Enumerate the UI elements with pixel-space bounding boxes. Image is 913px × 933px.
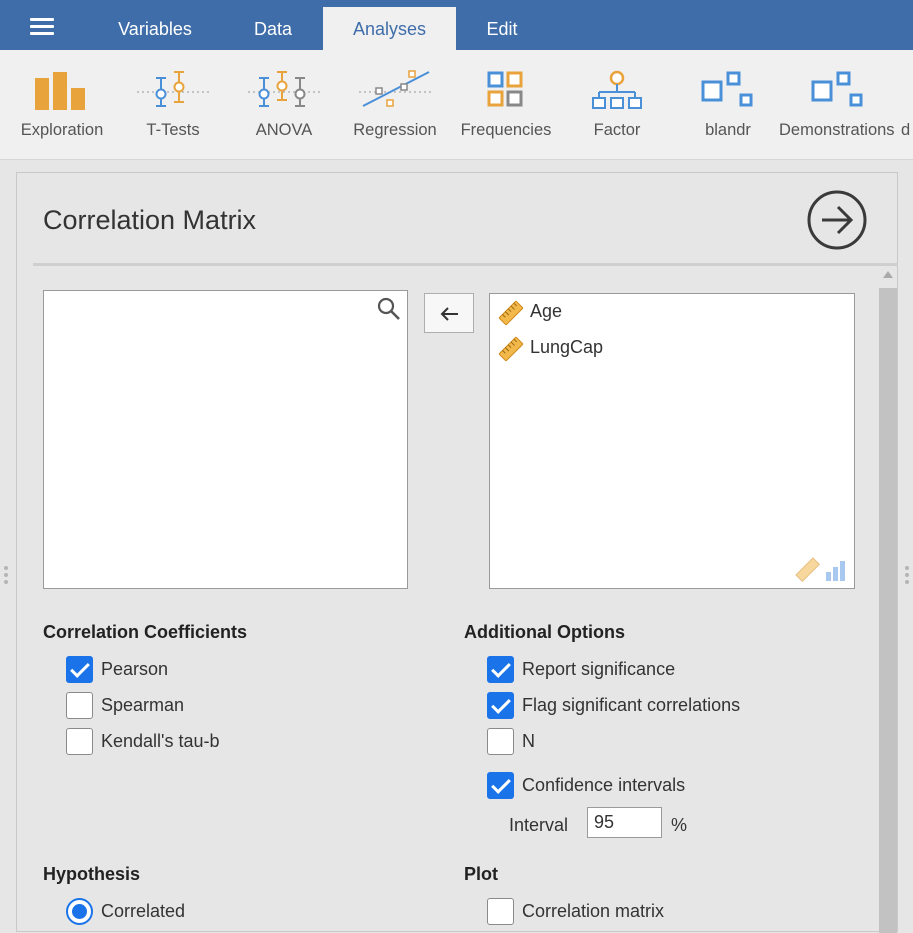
arrow-left-icon (440, 307, 458, 321)
truncated-module-label: d (901, 121, 911, 139)
frequencies-label: Frequencies (460, 121, 552, 139)
interval-unit: % (671, 815, 688, 835)
run-arrow-icon[interactable] (807, 190, 867, 250)
checkbox-label: Flag significant correlations (522, 695, 741, 715)
tab-data[interactable]: Data (228, 7, 318, 50)
menu-bar: Variables Data Analyses Edit (0, 0, 913, 50)
hypothesis-heading: Hypothesis (43, 864, 141, 884)
interval-label: Interval (509, 815, 569, 835)
title-divider (33, 263, 898, 266)
checkbox-box[interactable] (66, 692, 93, 719)
scroll-up-arrow-icon[interactable] (883, 271, 893, 278)
checkbox-label: Spearman (101, 695, 185, 715)
exploration-icon (35, 72, 85, 110)
checkbox-label: Report significance (522, 659, 676, 679)
coefficients-heading: Correlation Coefficients (43, 622, 248, 642)
additional-options-heading: Additional Options (464, 622, 625, 642)
regression-button[interactable]: Regression (346, 50, 444, 159)
checkbox-label: Correlation matrix (522, 901, 665, 921)
panel-title: Correlation Matrix (43, 205, 257, 235)
t-tests-label: T-Tests (146, 121, 200, 139)
checkbox-label: Pearson (101, 659, 169, 679)
radio-label: Correlated (101, 901, 186, 921)
checkbox-label: N (522, 731, 535, 751)
move-variable-button[interactable] (424, 293, 474, 333)
truncated-module-button[interactable]: d (901, 50, 913, 159)
checkbox-box[interactable] (66, 656, 93, 683)
t-tests-icon (137, 71, 209, 107)
left-resize-grip[interactable] (4, 566, 8, 587)
blandr-button[interactable]: blandr (680, 50, 776, 159)
tab-analyses[interactable]: Analyses (323, 7, 456, 50)
plot-heading: Plot (464, 864, 498, 884)
t-tests-button[interactable]: T-Tests (124, 50, 222, 159)
checkbox-box[interactable] (487, 692, 514, 719)
module-icon (811, 71, 863, 107)
module-icon (701, 71, 753, 107)
available-variables-list[interactable] (43, 290, 408, 589)
demonstrations-button[interactable]: Demonstrations (779, 50, 897, 159)
factor-label: Factor (593, 121, 641, 139)
tab-variables[interactable]: Variables (100, 7, 210, 50)
blandr-label: blandr (705, 121, 751, 139)
factor-button[interactable]: Factor (566, 50, 668, 159)
checkbox-box[interactable] (487, 898, 514, 925)
exploration-button[interactable]: Exploration (10, 50, 114, 159)
continuous-ruler-icon (498, 336, 524, 362)
measure-type-icon (795, 557, 845, 582)
checkbox-label: Kendall's tau-b (101, 731, 220, 751)
hamburger-menu-icon[interactable] (30, 18, 54, 36)
analyses-ribbon: Exploration T-Tests ANOVA Regression Fre… (0, 50, 913, 160)
search-icon[interactable] (377, 297, 401, 321)
variable-name: LungCap (530, 337, 604, 357)
checkbox-box[interactable] (487, 656, 514, 683)
radio-button[interactable] (66, 898, 93, 925)
selected-variables-list[interactable]: Age LungCap (489, 293, 855, 589)
continuous-ruler-icon (498, 300, 524, 326)
variable-name: Age (530, 301, 563, 321)
checkbox-label: Confidence intervals (522, 775, 686, 795)
anova-label: ANOVA (255, 121, 313, 139)
frequencies-button[interactable]: Frequencies (455, 50, 557, 159)
scroll-thumb[interactable] (879, 288, 897, 933)
regression-label: Regression (353, 121, 437, 139)
interval-input[interactable] (587, 807, 662, 838)
checkbox-box[interactable] (487, 728, 514, 755)
analysis-options-panel: Correlation Matrix Age LungCap Correlati… (16, 172, 898, 933)
right-resize-grip[interactable] (905, 566, 909, 587)
frequencies-icon (487, 71, 523, 107)
exploration-label: Exploration (20, 121, 104, 139)
anova-button[interactable]: ANOVA (235, 50, 333, 159)
checkbox-box[interactable] (66, 728, 93, 755)
tab-edit[interactable]: Edit (462, 7, 542, 50)
panel-scrollbar[interactable] (879, 268, 897, 933)
regression-icon (359, 70, 431, 107)
checkbox-box[interactable] (487, 772, 514, 799)
anova-icon (248, 71, 320, 107)
factor-icon (592, 70, 642, 109)
demonstrations-label: Demonstrations (779, 121, 895, 139)
